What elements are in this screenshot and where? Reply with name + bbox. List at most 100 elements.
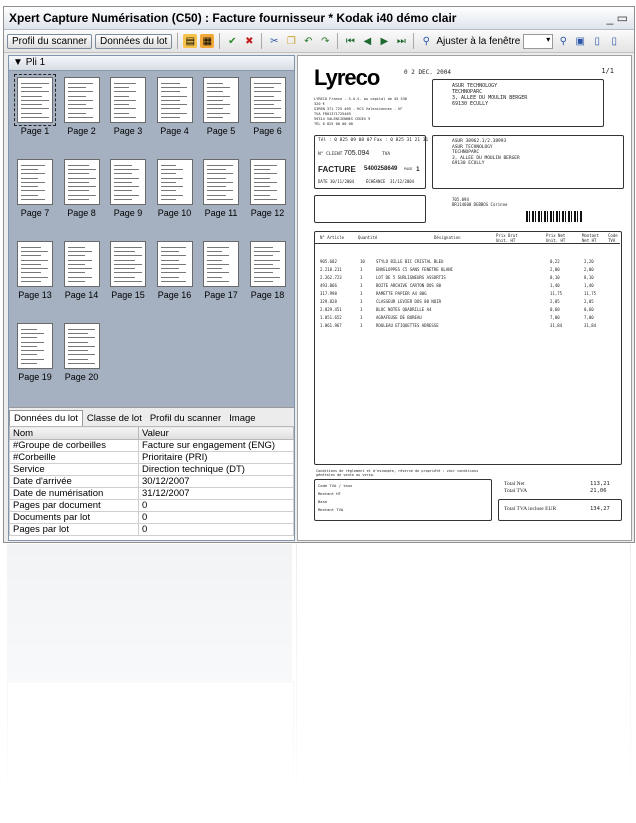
property-row[interactable]: Date d'arrivée 30/12/2007 [9, 475, 294, 488]
footer-note: Conditions de règlement et d'escompte, r… [316, 469, 479, 477]
page-thumbnail-label: Page 16 [157, 290, 192, 300]
billing-address: ASUR 38962.1/2.38993 ASUR TECHNOLOGY TEC… [452, 139, 520, 166]
rotate-left-icon[interactable]: ↶ [301, 34, 315, 48]
window-reflection [3, 544, 633, 823]
page-thumbnail[interactable]: Page 8 [59, 159, 105, 221]
items-list: 905.682 10 STYLO BILLE BIC CRISTAL BLEU 0,2… [314, 259, 620, 331]
page-thumbnail-label: Page 15 [111, 290, 145, 300]
page-thumbnail[interactable]: Page 3 [105, 77, 151, 139]
property-row[interactable]: Pages par lot 0 [9, 523, 294, 536]
property-value[interactable]: 0 [138, 511, 294, 524]
rotate-right-icon[interactable]: ↷ [318, 34, 332, 48]
copy-icon[interactable]: ❐ [284, 34, 298, 48]
zoom-icon[interactable]: ⚲ [419, 34, 433, 48]
tab-image[interactable]: Image [225, 411, 259, 426]
last-page-icon[interactable]: ⏭ [394, 34, 408, 48]
total-net-label: Total Net [504, 481, 525, 487]
tab-lot-class[interactable]: Classe de lot [83, 411, 146, 426]
lot-data-button[interactable]: Données du lot [95, 33, 173, 49]
previous-page-icon[interactable]: ◀ [360, 34, 374, 48]
invoice-item-net: 8,10 [550, 275, 560, 280]
page-thumbnail[interactable]: Page 6 [245, 77, 291, 139]
page-thumbnail[interactable]: Page 20 [59, 323, 105, 385]
page-preview [17, 241, 53, 287]
first-page-icon[interactable]: ⏮ [343, 34, 357, 48]
property-value[interactable]: 0 [138, 523, 294, 536]
property-row[interactable]: #Groupe de corbeilles Facture sur engagem… [9, 439, 294, 452]
page-thumbnail[interactable]: Page 5 [198, 77, 244, 139]
page-preview [110, 77, 146, 123]
page-number: 1 [416, 166, 420, 173]
page-thumbnail[interactable]: Page 9 [105, 159, 151, 221]
property-value[interactable]: 31/12/2007 [138, 487, 294, 500]
page-thumbnail[interactable]: Page 4 [152, 77, 198, 139]
property-value[interactable]: 30/12/2007 [138, 475, 294, 488]
property-value[interactable]: Prioritaire (PRI) [138, 451, 294, 464]
zoom-dropdown[interactable]: ▾ [523, 33, 554, 49]
property-row[interactable]: Pages par document 0 [9, 499, 294, 512]
page-thumbnail[interactable]: Page 13 [12, 241, 58, 303]
page-thumbnail[interactable]: Page 10 [152, 159, 198, 221]
invoice-item-ref: 329.828 [320, 299, 337, 304]
validate-icon[interactable]: ✔ [225, 34, 239, 48]
property-value[interactable]: Direction technique (DT) [138, 463, 294, 476]
page-thumbnail[interactable]: Page 16 [152, 241, 198, 303]
page-thumbnail-label: Page 4 [160, 126, 189, 136]
page-thumbnail[interactable]: Page 11 [198, 159, 244, 221]
document-viewer[interactable]: Lyreco 0 2 DEC. 2004 1/1 LYRECO France -… [297, 55, 632, 541]
total-net-value: 113,21 [590, 481, 610, 487]
zoom-tool-icon[interactable]: ⚲ [556, 34, 570, 48]
property-value[interactable]: Facture sur engagement (ENG) [138, 439, 294, 452]
invoice-item-net: 2,05 [550, 299, 560, 304]
scan-icon[interactable]: ▤ [183, 34, 198, 48]
page-thumbnail[interactable]: Page 7 [12, 159, 58, 221]
col-qty: Quantité [358, 235, 378, 240]
property-row[interactable]: Date de numérisation 31/12/2007 [9, 487, 294, 500]
delete-icon[interactable]: ✖ [242, 34, 256, 48]
page-thumbnail[interactable]: Page 1 [12, 74, 58, 139]
property-row[interactable]: Documents par lot 0 [9, 511, 294, 524]
tab-scanner-profile[interactable]: Profil du scanner [146, 411, 225, 426]
page-thumbnail[interactable]: Page 17 [198, 241, 244, 303]
scan-add-icon[interactable]: ▦ [200, 34, 215, 48]
page-thumbnail[interactable]: Page 2 [59, 77, 105, 139]
reflection-fade [3, 544, 633, 823]
property-row[interactable]: Service Direction technique (DT) [9, 463, 294, 476]
page-icon[interactable]: ▯ [590, 34, 604, 48]
page-thumbnail[interactable]: Page 12 [245, 159, 291, 221]
page-thumbnail-label: Page 19 [18, 372, 52, 382]
invoice-item-row: 493.066 1 BOITE ARCHIVE CARTON DOS 80 1,40 1… [314, 283, 620, 291]
invoice-item-qty: 10 [360, 259, 365, 264]
property-row[interactable]: #Corbeille Prioritaire (PRI) [9, 451, 294, 464]
cut-icon[interactable]: ✂ [267, 34, 281, 48]
page-thumbnail[interactable]: Page 15 [105, 241, 151, 303]
main-window: Xpert Capture Numérisation (C50) : Factu… [3, 6, 635, 543]
tab-lot-data[interactable]: Données du lot [9, 410, 83, 426]
page-preview [203, 77, 239, 123]
invoice-item-net: 0,22 [550, 259, 560, 264]
property-value[interactable]: 0 [138, 499, 294, 512]
invoice-item-desc: RAMETTE PAPIER A4 80G [376, 291, 427, 296]
vendor-block: LYRECO France - S.A.S. au capital de 45 … [314, 97, 408, 126]
col-tva: Code TVA [608, 233, 618, 243]
page-thumbnail[interactable]: Page 18 [245, 241, 291, 303]
invoice-item-ref: 2.218.211 [320, 267, 342, 272]
next-page-icon[interactable]: ▶ [377, 34, 391, 48]
lot-header[interactable]: ▼ Pli 1 [9, 56, 294, 71]
fit-window-label[interactable]: Ajuster à la fenêtre [436, 36, 520, 47]
save-icon[interactable]: ▯ [607, 34, 621, 48]
column-name-header[interactable]: Nom [9, 426, 139, 440]
scanner-profile-button[interactable]: Profil du scanner [7, 33, 93, 49]
page-thumbnail[interactable]: Page 14 [59, 241, 105, 303]
invoice-item-ref: 493.066 [320, 283, 337, 288]
thumbnail-grid: Page 1 Page 2 Page 3 Page 4 Page 5 Page 6 Page… [9, 71, 294, 407]
window-controls[interactable]: _ ▭ [607, 11, 628, 25]
column-value-header[interactable]: Valeur [138, 426, 294, 440]
page-preview [14, 74, 56, 126]
invoice-item-qty: 1 [360, 299, 363, 304]
col-gross: Prix Brut Unit. HT [496, 233, 518, 243]
view-icon[interactable]: ▣ [573, 34, 587, 48]
property-name: Service [9, 463, 139, 476]
page-thumbnail[interactable]: Page 19 [12, 323, 58, 385]
invoice-item-desc: ENVELOPPES C5 SANS FENETRE BLANC [376, 267, 454, 272]
